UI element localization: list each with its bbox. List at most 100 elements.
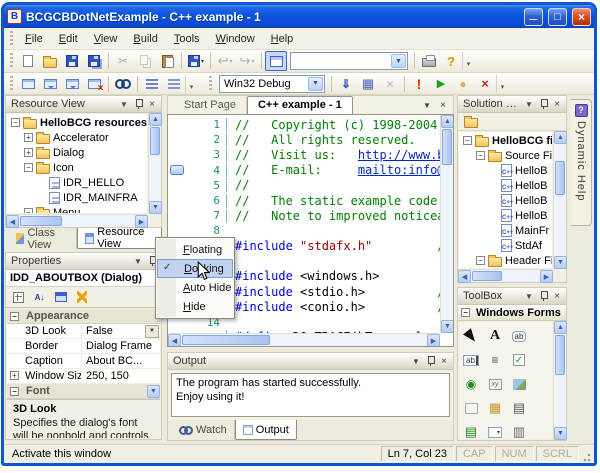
compile-button[interactable]: [335, 74, 357, 94]
window-position-menu-icon[interactable]: ▼: [131, 255, 145, 268]
pin-icon[interactable]: [131, 98, 145, 111]
menu-help[interactable]: Help: [263, 30, 302, 48]
toolbox-item-radio-button[interactable]: ◉: [459, 372, 483, 396]
stop-debugging-button[interactable]: [474, 74, 496, 94]
toolbox-item-checked-list-box[interactable]: ▤: [459, 420, 483, 439]
new-window-button[interactable]: [17, 74, 39, 94]
menu-view[interactable]: View: [86, 30, 126, 48]
property-row[interactable]: 3D LookFalse▼: [7, 324, 160, 339]
tree-item[interactable]: −Icon: [9, 160, 147, 175]
expander-collapse-icon[interactable]: −: [463, 136, 472, 145]
property-row[interactable]: CaptionAbout BC...: [7, 354, 160, 369]
show-all-files-icon[interactable]: [461, 113, 480, 131]
tree-item[interactable]: HelloB: [461, 178, 552, 193]
tree-item[interactable]: −HelloBCG resources: [9, 115, 147, 130]
undo-button[interactable]: ▾: [214, 51, 236, 71]
tree-item[interactable]: HelloB: [461, 193, 552, 208]
context-menu-item-auto-hide[interactable]: Auto Hide: [157, 278, 233, 297]
tree-item[interactable]: MainFr: [461, 223, 552, 238]
scroll-down-icon[interactable]: ▼: [554, 256, 567, 269]
toolbox-item-list-box[interactable]: ▤: [507, 396, 531, 420]
paste-button[interactable]: [156, 51, 178, 71]
toolbox-item-list-view[interactable]: ▥: [507, 420, 531, 439]
expander-collapse-icon[interactable]: −: [24, 163, 33, 172]
alphabetical-sort-icon[interactable]: A↓: [30, 288, 49, 306]
editor-vscrollbar[interactable]: ▲ ▼: [440, 115, 453, 333]
solution-tree-hscrollbar[interactable]: ◀ ▶: [458, 269, 553, 282]
toolbox-section-windows-forms[interactable]: − Windows Forms: [458, 305, 566, 321]
tree-item[interactable]: −Header Fil: [461, 253, 552, 268]
close-panel-icon[interactable]: ×: [437, 355, 451, 368]
scroll-thumb[interactable]: [442, 129, 452, 165]
toolbox-titlebar[interactable]: ToolBox ▼ ×: [458, 288, 566, 305]
properties-titlebar[interactable]: Properties ▼: [6, 253, 161, 270]
tab-output[interactable]: Output: [235, 420, 297, 440]
scroll-thumb[interactable]: [472, 271, 502, 281]
property-pages-icon[interactable]: [51, 288, 70, 306]
categorized-icon[interactable]: [9, 288, 28, 306]
resource-tree-vscrollbar[interactable]: ▲ ▼: [148, 113, 161, 214]
code-line[interactable]: 4// E-mail: mailto:info@b: [168, 163, 440, 178]
indent-button[interactable]: [141, 74, 163, 94]
close-document-icon[interactable]: ×: [436, 98, 450, 112]
expander-expand-icon[interactable]: +: [10, 371, 19, 380]
scroll-right-icon[interactable]: ▶: [427, 334, 440, 347]
toolbox-item-button[interactable]: ab: [507, 324, 531, 348]
window-position-menu-icon[interactable]: ▼: [522, 290, 536, 303]
dropdown-arrow-icon[interactable]: ▾: [251, 58, 254, 65]
property-value[interactable]: About BC...: [81, 354, 160, 368]
scroll-left-icon[interactable]: ◀: [6, 215, 19, 228]
tree-item[interactable]: +Accelerator: [9, 130, 147, 145]
toolbox-item-combo-box[interactable]: ▾: [483, 420, 507, 439]
tree-item[interactable]: −HelloBCG file: [461, 133, 552, 148]
tree-item[interactable]: +Dialog: [9, 145, 147, 160]
expander-collapse-icon[interactable]: −: [476, 256, 485, 265]
callout-reply-button[interactable]: [61, 74, 83, 94]
break-all-button[interactable]: [452, 74, 474, 94]
expander-collapse-icon[interactable]: −: [24, 208, 33, 213]
scroll-thumb[interactable]: [20, 216, 62, 226]
cut-button[interactable]: [112, 51, 134, 71]
grid-scroll-down-icon[interactable]: ▼: [147, 385, 160, 398]
dropdown-arrow-icon[interactable]: ▾: [201, 58, 204, 65]
pin-icon[interactable]: [536, 98, 550, 111]
scroll-up-icon[interactable]: ▲: [441, 115, 454, 128]
menu-build[interactable]: Build: [125, 30, 165, 48]
pin-icon[interactable]: [536, 290, 550, 303]
code-line[interactable]: 7// Note to improved noticeab: [168, 208, 440, 223]
go-button[interactable]: [430, 74, 452, 94]
save-button[interactable]: [61, 51, 83, 71]
pin-icon[interactable]: [423, 355, 437, 368]
save-all-button[interactable]: [83, 51, 105, 71]
context-menu-item-docking[interactable]: ✓Docking: [157, 259, 233, 278]
scroll-thumb[interactable]: [182, 335, 270, 345]
toolbar-overflow-icon[interactable]: [185, 75, 197, 93]
property-value[interactable]: 250, 150: [81, 369, 160, 383]
toolbar-overflow-icon[interactable]: [496, 75, 508, 93]
build-config-combo[interactable]: Win32 Debug: [219, 75, 325, 93]
document-tab-c-example-1[interactable]: C++ example - 1: [247, 96, 353, 114]
scroll-up-icon[interactable]: ▲: [554, 321, 567, 334]
scroll-thumb[interactable]: [555, 161, 565, 195]
toolbox-item-data-grid[interactable]: ▦: [483, 396, 507, 420]
toolbar-grip[interactable]: [208, 76, 213, 91]
property-row[interactable]: +Window Size250, 150: [7, 369, 160, 384]
tree-item[interactable]: StdAf: [461, 238, 552, 253]
tab-watch[interactable]: Watch: [172, 420, 235, 440]
code-line[interactable]: 1// Copyright (c) 1998-2004 B: [168, 117, 440, 132]
window-position-menu-icon[interactable]: ▼: [117, 98, 131, 111]
maximize-button[interactable]: [548, 8, 567, 26]
menu-grip[interactable]: [9, 31, 14, 46]
menu-window[interactable]: Window: [208, 30, 263, 48]
tree-item[interactable]: HelloB: [461, 163, 552, 178]
solution-explorer-titlebar[interactable]: Solution Ex... ▼ ×: [458, 96, 566, 113]
close-panel-icon[interactable]: ×: [145, 98, 159, 111]
code-line[interactable]: 5//: [168, 178, 440, 193]
context-menu-item-hide[interactable]: Hide: [157, 297, 233, 316]
resize-grip[interactable]: [579, 446, 592, 462]
dropdown-arrow-icon[interactable]: ▾: [229, 58, 232, 65]
property-category[interactable]: −Font: [7, 384, 160, 399]
scroll-right-icon[interactable]: ▶: [540, 270, 553, 283]
dropdown-arrow-icon[interactable]: ▼: [145, 325, 159, 338]
menu-tools[interactable]: Tools: [166, 30, 208, 48]
